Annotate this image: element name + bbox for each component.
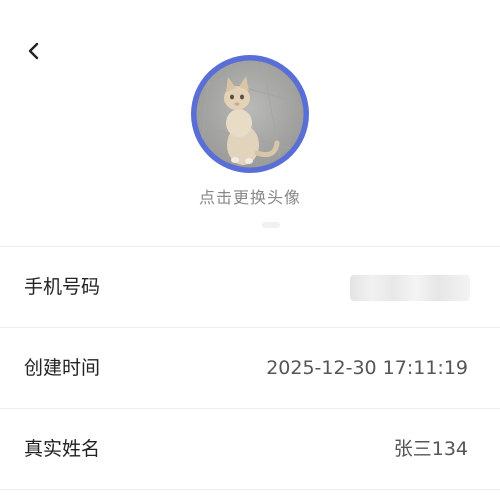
back-icon[interactable] [24, 40, 44, 62]
created-time-row: 创建时间 2025-12-30 17:11:19 [0, 328, 500, 409]
change-avatar-hint[interactable]: 点击更换头像 [0, 184, 500, 208]
profile-page: 点击更换头像 手机号码 创建时间 2025-12-30 17:11:19 真实姓… [0, 0, 500, 500]
avatar-image [192, 56, 308, 172]
phone-value-masked [350, 275, 470, 301]
created-time-label: 创建时间 [24, 357, 101, 379]
real-name-label: 真实姓名 [24, 438, 101, 460]
created-time-value: 2025-12-30 17:11:19 [266, 357, 468, 379]
real-name-value: 张三134 [393, 438, 468, 460]
real-name-row[interactable]: 真实姓名 张三134 [0, 409, 500, 490]
phone-label: 手机号码 [24, 276, 101, 298]
divider-mark [262, 222, 280, 228]
avatar-button[interactable] [191, 55, 309, 173]
